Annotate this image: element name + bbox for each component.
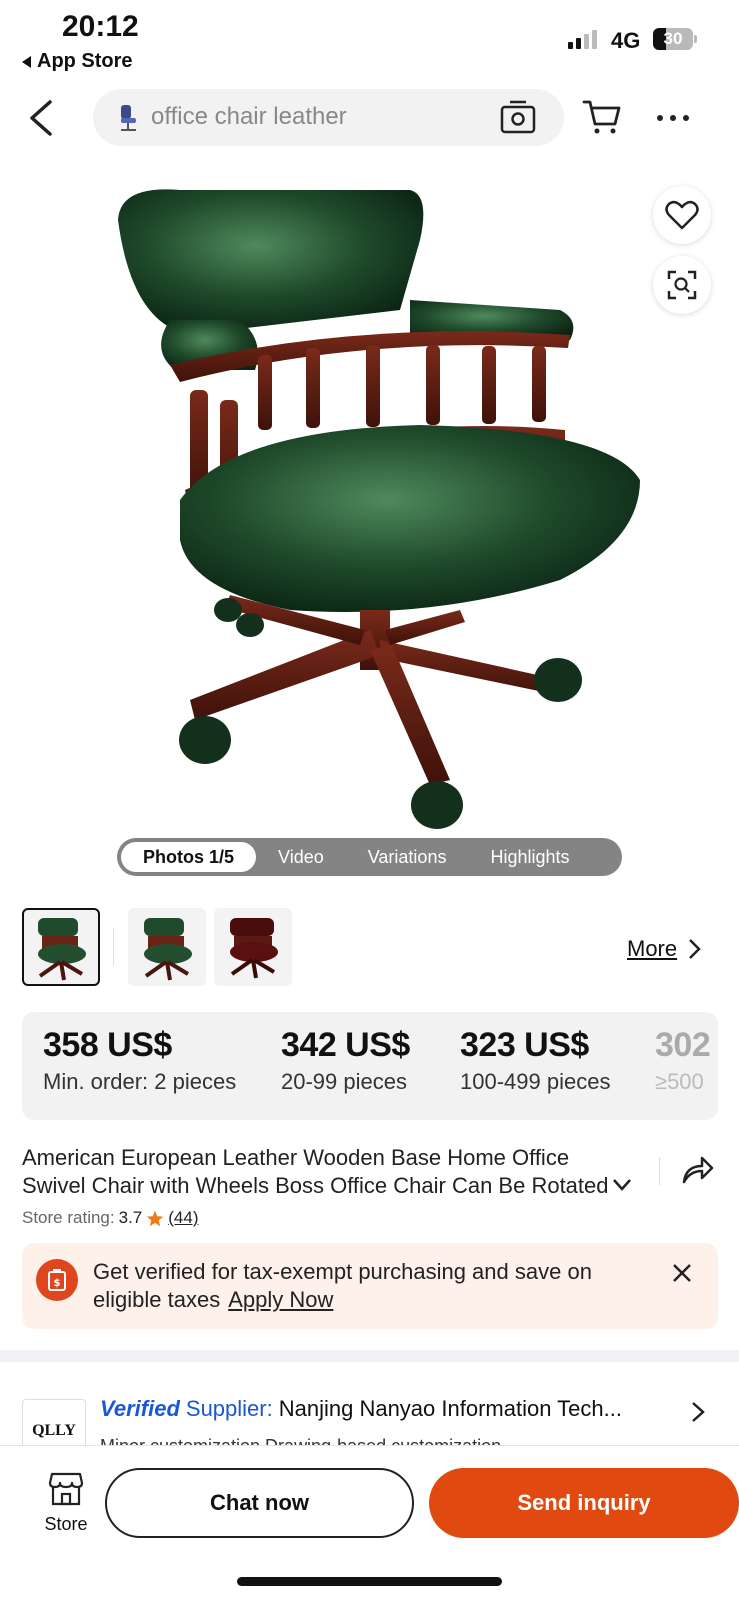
heart-icon — [665, 200, 699, 230]
rating-label: Store rating: — [22, 1208, 115, 1227]
network-type: 4G — [611, 28, 641, 53]
search-chair-icon — [121, 105, 136, 131]
media-tabs: Photos 1/5 Video Variations Highlights — [117, 838, 622, 876]
signal-icon — [568, 30, 597, 49]
thumbnail-green-1[interactable] — [22, 908, 100, 986]
svg-text:$: $ — [54, 1278, 61, 1289]
supplier-row[interactable]: Verified Supplier: Nanjing Nanyao Inform… — [100, 1396, 622, 1422]
tab-variations[interactable]: Variations — [346, 842, 469, 872]
store-rating: Store rating: 3.7 (44) — [22, 1208, 198, 1228]
back-arrow-icon[interactable] — [24, 98, 64, 138]
tier-quantity: ≥500 — [655, 1069, 704, 1094]
supplier-label: Supplier: — [185, 1396, 273, 1421]
chat-now-button[interactable]: Chat now — [105, 1468, 414, 1538]
more-photos-link[interactable]: More — [627, 936, 701, 962]
supplier-name: Nanjing Nanyao Information Tech... — [278, 1396, 622, 1421]
tier-quantity: 100-499 pieces — [460, 1069, 611, 1094]
search-input[interactable]: office chair leather — [151, 103, 347, 131]
camera-search-icon[interactable] — [500, 100, 536, 134]
expand-title-icon[interactable] — [612, 1178, 632, 1192]
price-tier: 323 US$ 100-499 pieces — [460, 1026, 610, 1095]
share-icon[interactable] — [682, 1154, 714, 1184]
price-tier: 358 US$ Min. order: 2 pieces — [43, 1026, 236, 1095]
tier-price: 342 US$ — [281, 1026, 410, 1064]
home-indicator — [237, 1577, 502, 1586]
price-tier: 342 US$ 20-99 pieces — [281, 1026, 410, 1095]
battery-icon: 30 — [653, 28, 697, 50]
more-options-icon[interactable] — [655, 112, 691, 124]
tier-price: 323 US$ — [460, 1026, 589, 1064]
store-button[interactable]: Store — [34, 1470, 98, 1540]
image-search-button[interactable] — [653, 256, 711, 314]
back-to-app-store[interactable]: App Store — [22, 50, 133, 73]
tier-quantity: 20-99 pieces — [281, 1069, 407, 1094]
send-inquiry-button[interactable]: Send inquiry — [429, 1468, 739, 1538]
product-image[interactable] — [0, 160, 739, 860]
section-divider — [0, 1350, 739, 1362]
rating-value: 3.7 — [118, 1208, 143, 1227]
thumbnail-green-2[interactable] — [128, 908, 206, 986]
product-title: American European Leather Wooden Base Ho… — [22, 1145, 609, 1198]
back-triangle-icon — [22, 55, 31, 68]
back-app-label: App Store — [37, 50, 133, 72]
chevron-right-icon[interactable] — [690, 1400, 706, 1424]
tax-document-icon: $ — [36, 1259, 78, 1301]
scan-icon — [667, 270, 697, 300]
tier-price: 358 US$ — [43, 1026, 172, 1064]
apply-now-link[interactable]: Apply Now — [228, 1287, 333, 1312]
price-tiers: 358 US$ Min. order: 2 pieces 342 US$ 20-… — [22, 1012, 718, 1120]
rating-count[interactable]: (44) — [168, 1208, 198, 1228]
thumbnail-divider — [113, 928, 114, 966]
battery-level: 30 — [663, 29, 683, 48]
store-label: Store — [44, 1514, 88, 1534]
thumbnail-burgundy[interactable] — [214, 908, 292, 986]
status-time: 20:12 — [62, 10, 139, 43]
close-icon[interactable] — [670, 1261, 694, 1285]
supplier-logo-text: QLLY — [32, 1422, 76, 1439]
tax-banner-text: Get verified for tax-exempt purchasing a… — [93, 1258, 633, 1314]
store-icon — [48, 1472, 84, 1506]
more-label: More — [627, 936, 678, 961]
cart-icon[interactable] — [582, 98, 622, 136]
tier-quantity: Min. order: 2 pieces — [43, 1069, 237, 1094]
tier-price: 302 — [655, 1026, 711, 1064]
tab-photos[interactable]: Photos 1/5 — [121, 842, 257, 872]
price-tier: 302 ≥500 — [655, 1026, 711, 1095]
chair-illustration — [118, 189, 640, 829]
title-divider — [659, 1157, 660, 1185]
tab-video[interactable]: Video — [256, 842, 346, 872]
tax-banner-message: Get verified for tax-exempt purchasing a… — [93, 1259, 592, 1312]
verified-label: Verified — [100, 1396, 180, 1421]
favorite-button[interactable] — [653, 186, 711, 244]
star-icon — [147, 1210, 164, 1226]
tab-highlights[interactable]: Highlights — [468, 842, 591, 872]
chevron-right-icon — [689, 939, 701, 959]
